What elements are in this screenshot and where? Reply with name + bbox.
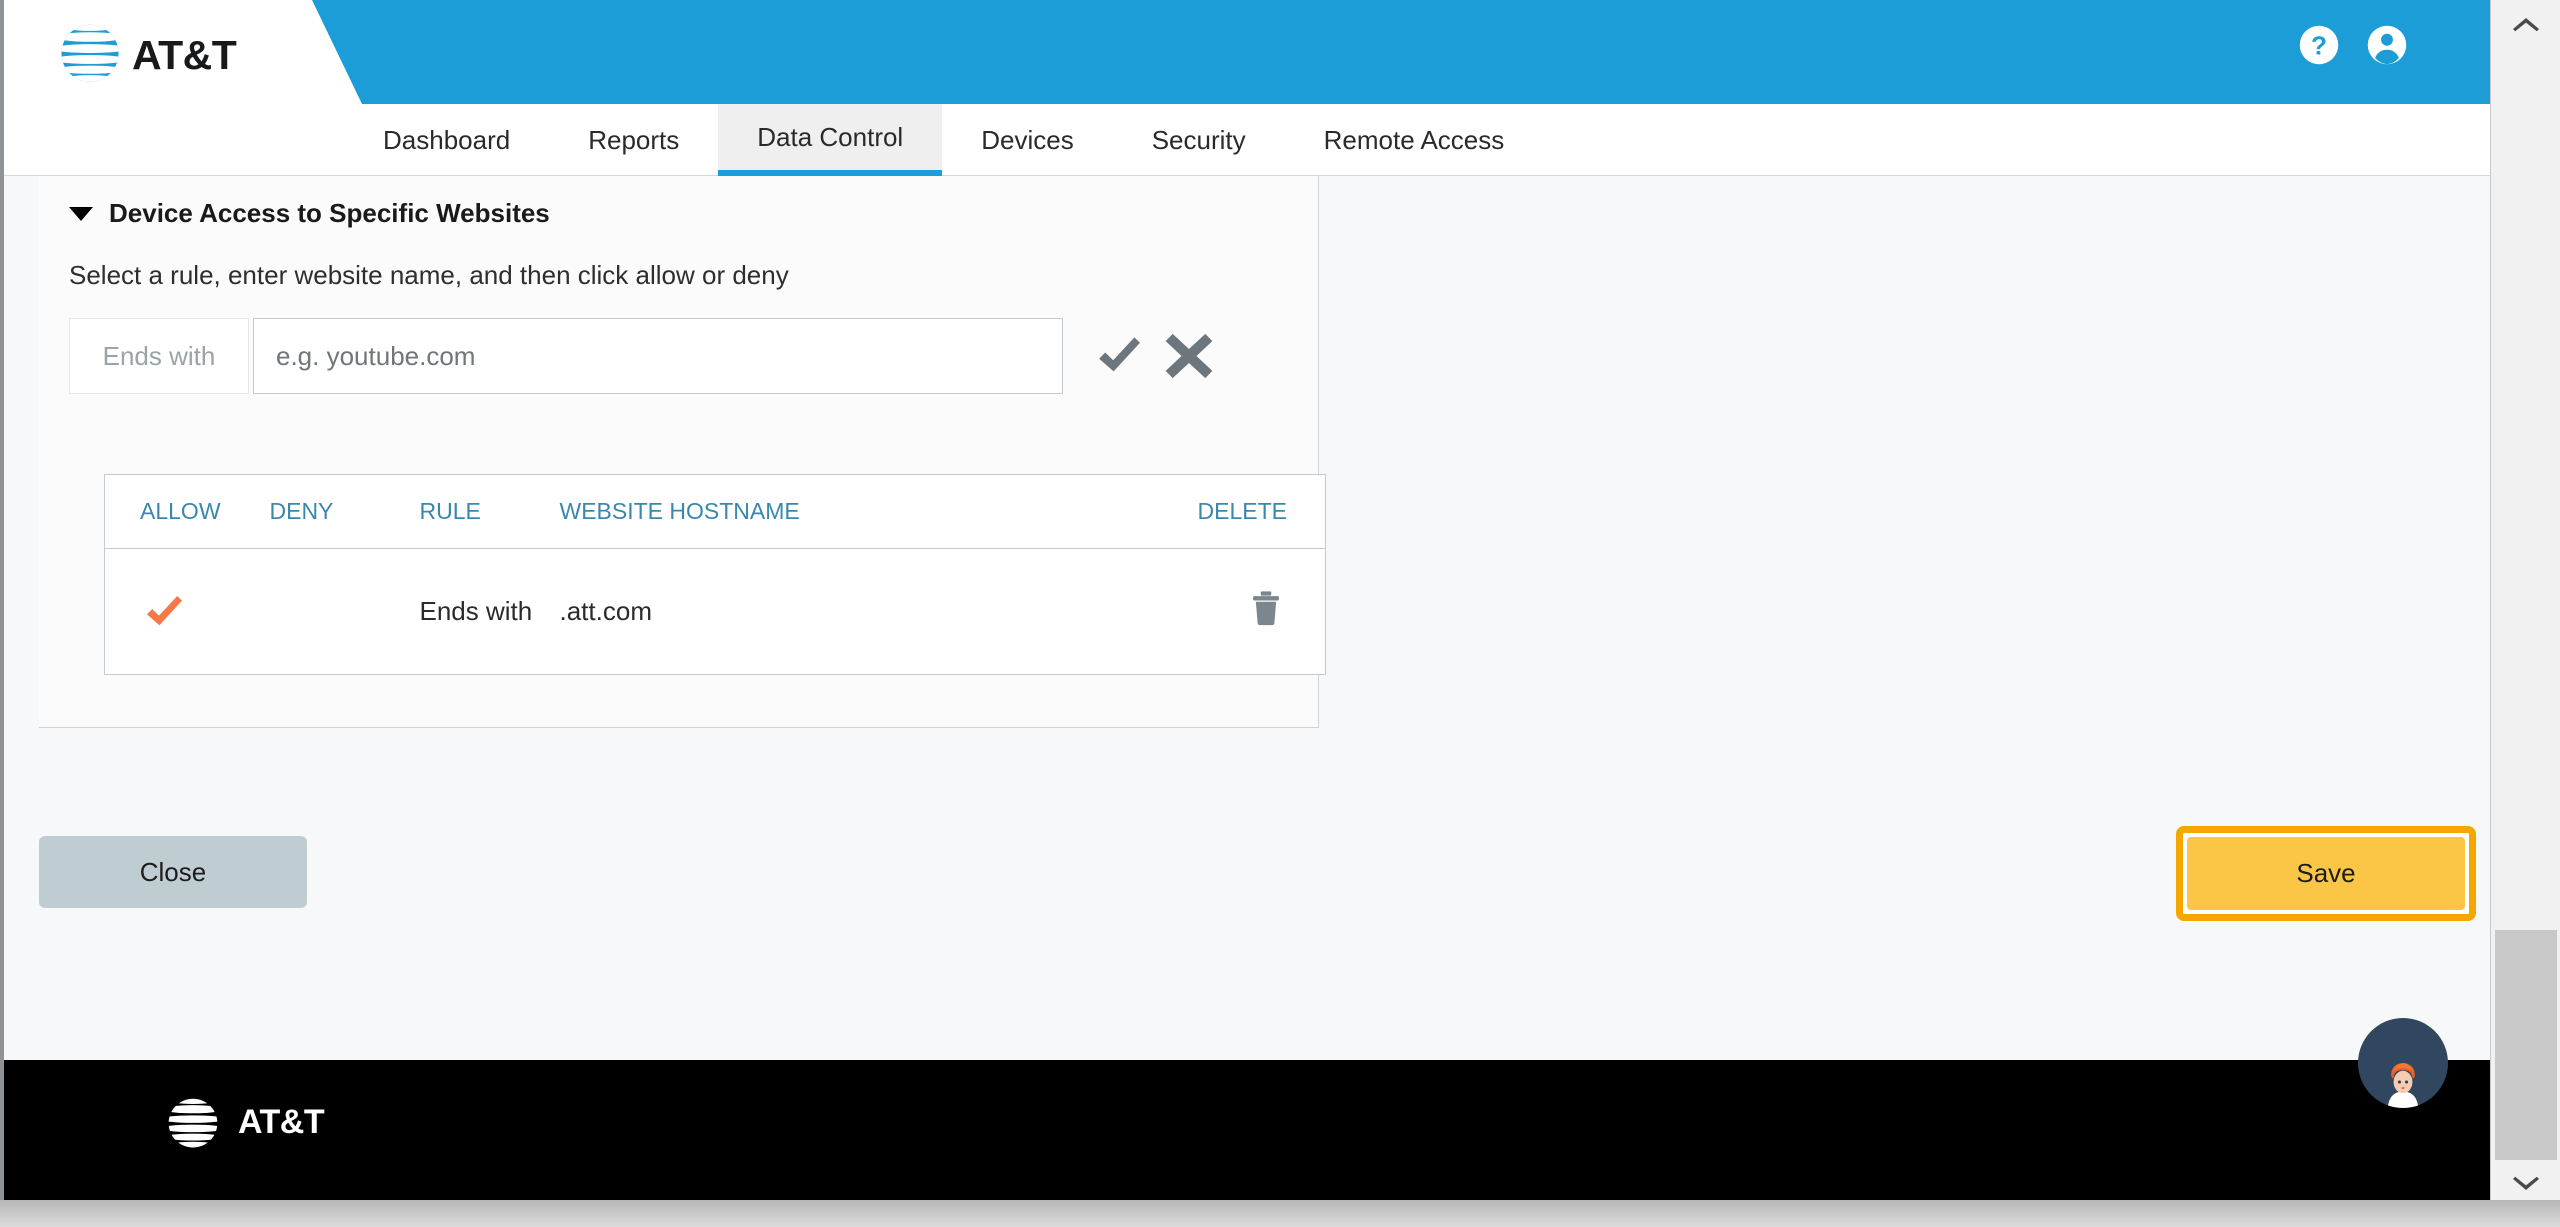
column-header-delete[interactable]: DELETE [1195, 474, 1326, 549]
site-footer: AT&T [4, 1060, 2490, 1200]
rule-entry-row: Ends with [69, 318, 1217, 394]
nav-item-list: Dashboard Reports Data Control Devices S… [344, 104, 1543, 176]
column-header-website-hostname[interactable]: WEBSITE HOSTNAME [559, 474, 1196, 549]
chevron-down-icon[interactable] [69, 206, 93, 221]
main-navigation: Dashboard Reports Data Control Devices S… [4, 104, 2490, 176]
page-body: AT&T ? Dashboard Reports Data Control De… [0, 0, 2490, 1200]
footer-brand-text: AT&T [238, 1102, 325, 1141]
close-button[interactable]: Close [39, 836, 307, 908]
nav-label: Security [1151, 124, 1246, 155]
cell-rule: Ends with [419, 596, 533, 626]
table-header-row: ALLOW DENY RULE WEBSITE HOSTNAME DELETE [104, 474, 1326, 549]
cell-website-hostname: .att.com [559, 596, 652, 626]
allow-check-icon[interactable] [1091, 328, 1147, 384]
nav-label: Reports [588, 124, 680, 155]
nav-item-security[interactable]: Security [1113, 104, 1285, 176]
rule-type-select[interactable]: Ends with [69, 318, 249, 394]
table-body: Ends with .att.com [105, 549, 1326, 675]
section-title: Device Access to Specific Websites [109, 198, 550, 228]
allow-selected-check-icon[interactable] [140, 588, 188, 636]
table-row: Ends with .att.com [105, 549, 1326, 675]
cell-deny[interactable] [270, 549, 420, 675]
nav-label: Remote Access [1323, 124, 1505, 155]
brand-logo-text: AT&T [132, 32, 237, 78]
nav-label: Dashboard [383, 124, 511, 155]
section-description: Select a rule, enter website name, and t… [69, 260, 789, 290]
window-bottom-edge [0, 1200, 2560, 1227]
website-rules-table: ALLOW DENY RULE WEBSITE HOSTNAME DELETE [104, 474, 1326, 675]
main-content: Device Access to Specific Websites Selec… [4, 176, 2490, 1060]
svg-text:?: ? [2311, 31, 2327, 61]
help-icon[interactable]: ? [2298, 24, 2340, 66]
website-hostname-input[interactable] [253, 318, 1063, 394]
deny-cross-icon[interactable] [1161, 328, 1217, 384]
trash-icon[interactable] [1245, 587, 1287, 629]
nav-item-data-control[interactable]: Data Control [718, 104, 943, 176]
scrollbar-thumb[interactable] [2495, 930, 2557, 1170]
nav-item-dashboard[interactable]: Dashboard [344, 104, 549, 176]
cell-delete [1196, 549, 1326, 675]
brand-logo-area[interactable]: AT&T [4, 0, 362, 104]
save-button[interactable]: Save [2187, 837, 2465, 910]
column-header-deny[interactable]: DENY [269, 474, 420, 549]
att-globe-logo-icon [61, 24, 119, 82]
device-access-panel: Device Access to Specific Websites Selec… [39, 176, 1326, 728]
nav-item-remote-access[interactable]: Remote Access [1285, 104, 1544, 176]
browser-viewport: AT&T ? Dashboard Reports Data Control De… [0, 0, 2560, 1227]
att-globe-logo-footer-icon [168, 1098, 218, 1148]
site-header: AT&T ? [4, 0, 2490, 104]
cell-allow [105, 549, 270, 675]
save-button-focus-ring[interactable]: Save [2176, 826, 2476, 921]
column-header-allow[interactable]: ALLOW [104, 474, 270, 549]
nav-label: Data Control [757, 121, 904, 152]
column-header-rule[interactable]: RULE [419, 474, 560, 549]
section-header-device-access[interactable]: Device Access to Specific Websites [69, 198, 550, 229]
table-head: ALLOW DENY RULE WEBSITE HOSTNAME DELETE [104, 474, 1326, 549]
scroll-up-arrow-icon[interactable] [2491, 0, 2560, 48]
nav-label: Devices [981, 124, 1074, 155]
vertical-scrollbar[interactable] [2490, 0, 2560, 1208]
nav-item-devices[interactable]: Devices [942, 104, 1112, 176]
virtual-assistant-button[interactable] [2358, 1018, 2448, 1108]
footer-brand-logo[interactable]: AT&T [164, 1093, 325, 1151]
account-icon[interactable] [2366, 24, 2408, 66]
nav-item-reports[interactable]: Reports [549, 104, 718, 176]
assistant-avatar-icon [2387, 1063, 2419, 1108]
header-icon-group: ? [2298, 24, 2408, 66]
